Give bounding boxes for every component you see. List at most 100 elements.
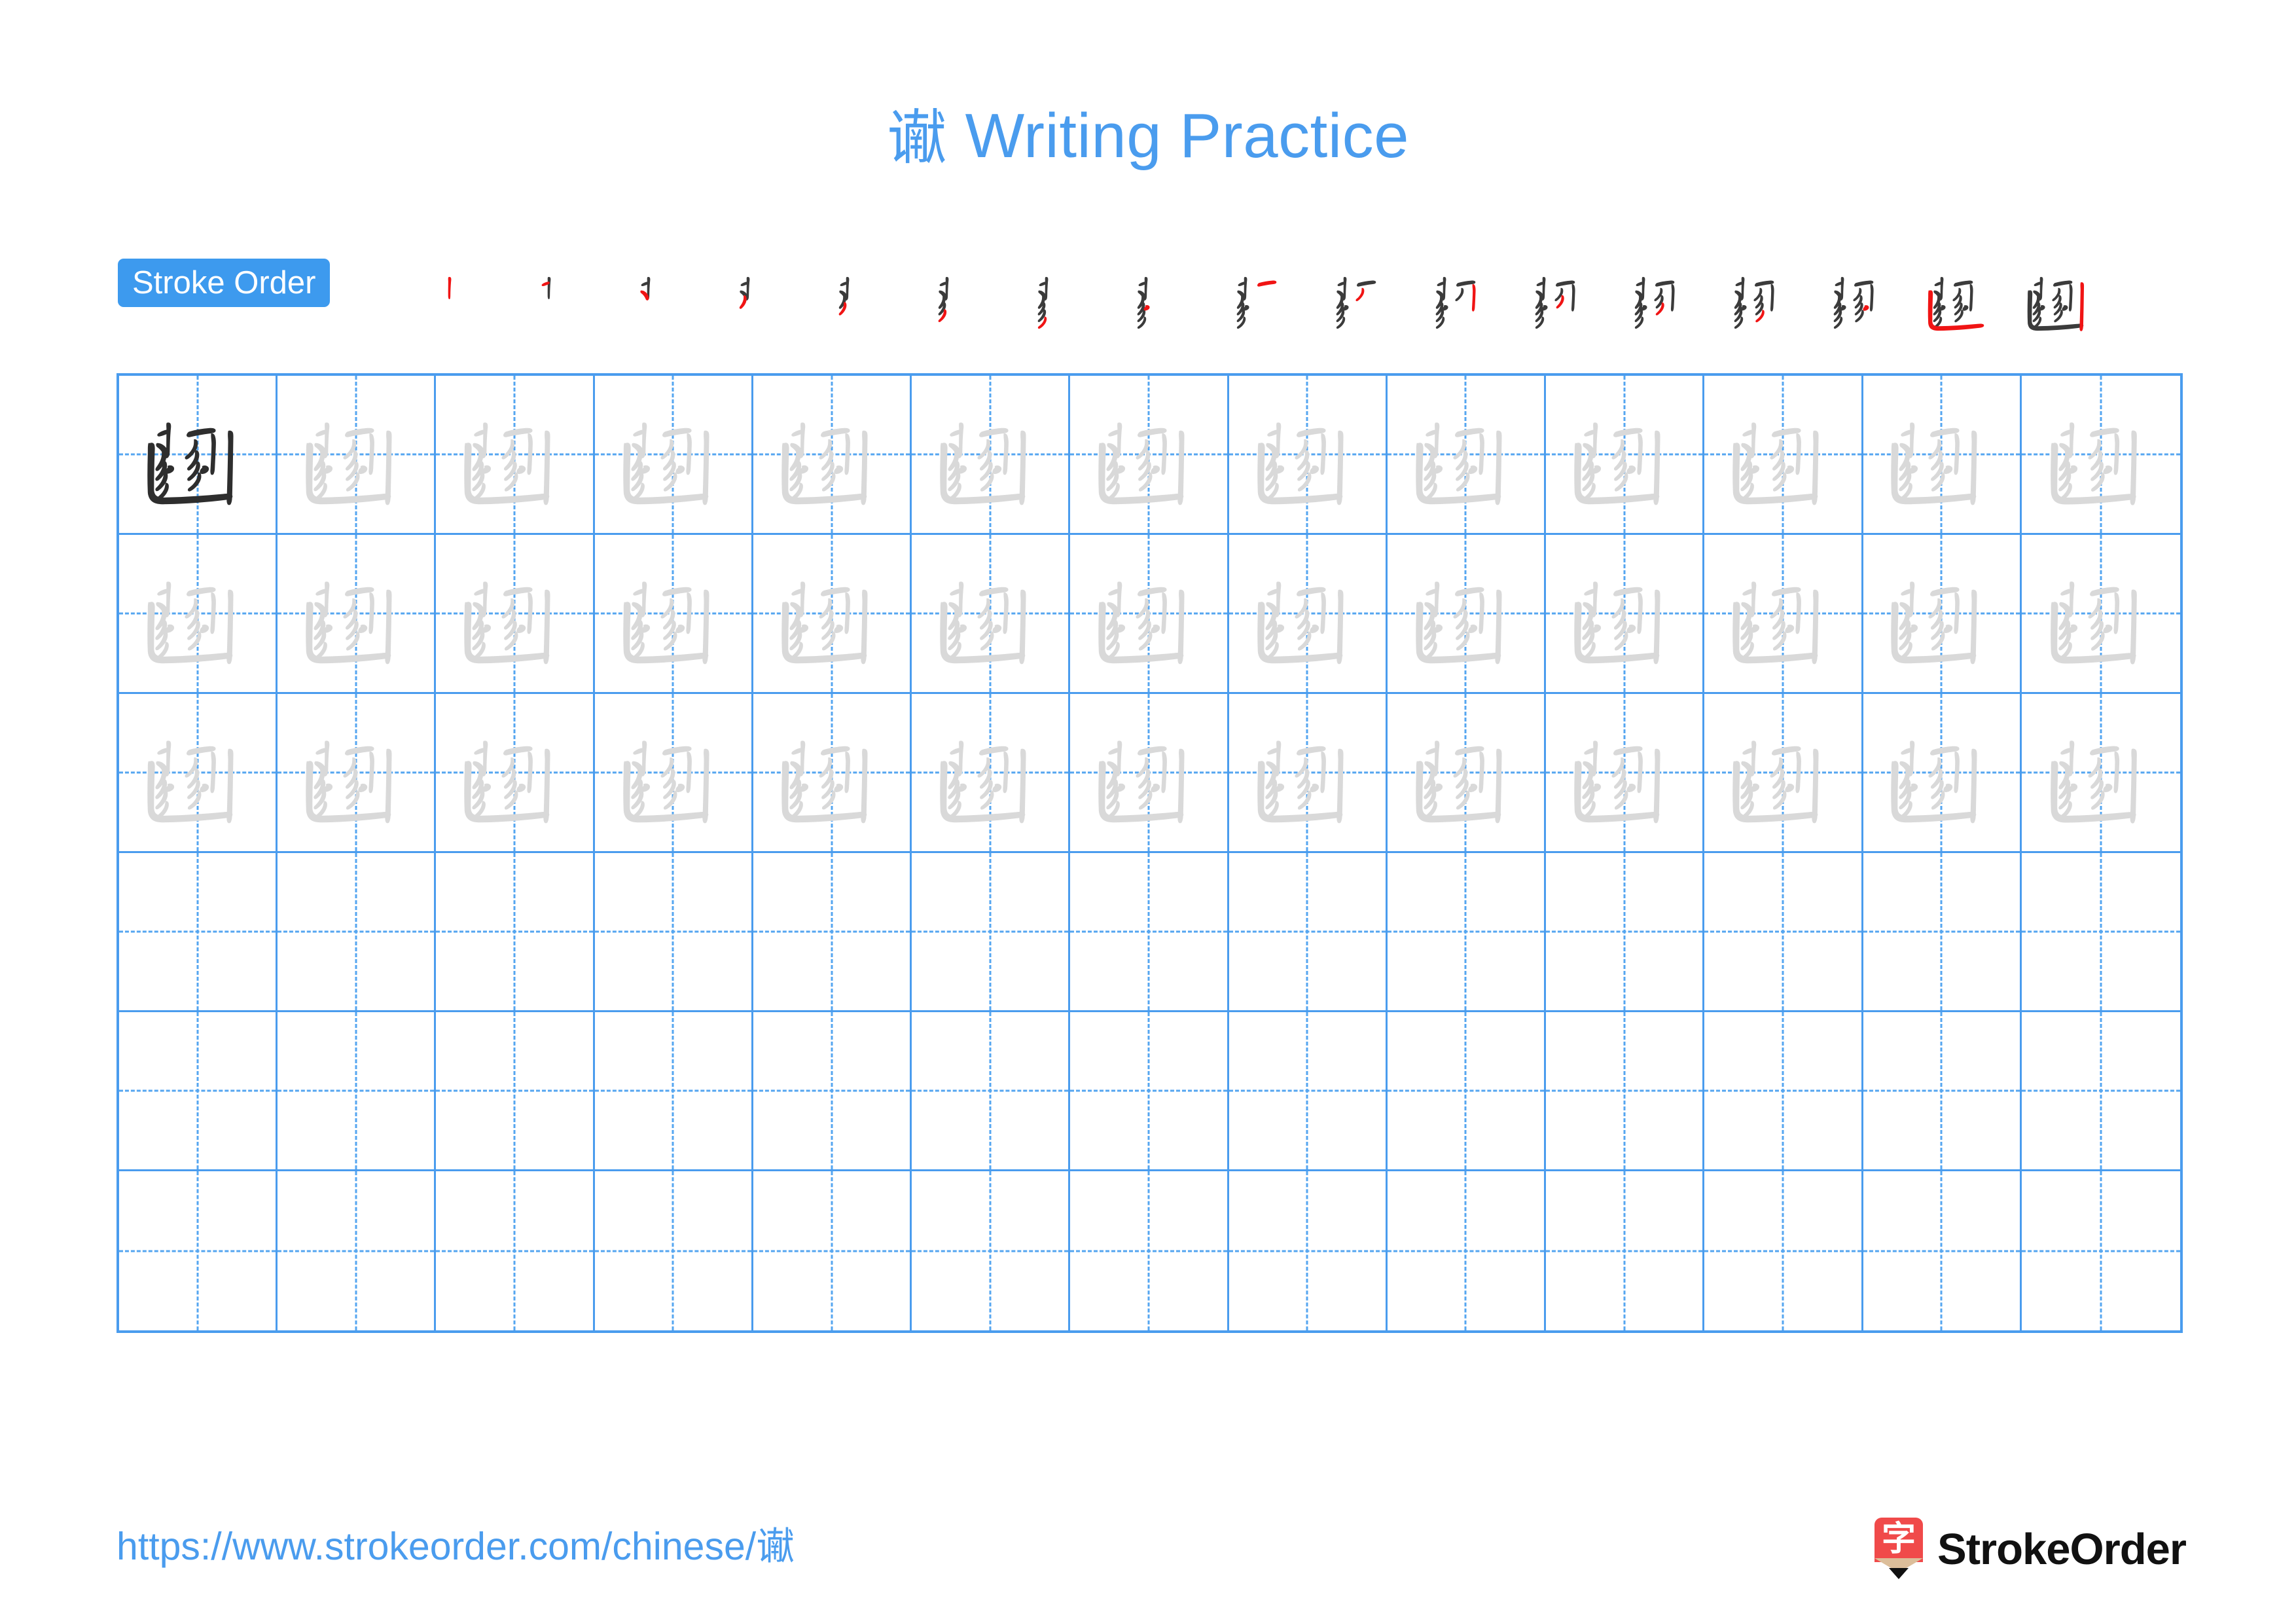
- page-title: 谳 Writing Practice: [0, 97, 2296, 175]
- practice-cell-r1-c2[interactable]: [278, 376, 437, 535]
- practice-cell-r1-c5[interactable]: [753, 376, 912, 535]
- practice-cell-r1-c6[interactable]: [912, 376, 1071, 535]
- practice-cell-r6-c3[interactable]: [436, 1171, 595, 1330]
- stroke-step-14: [1712, 253, 1812, 338]
- practice-cell-r5-c13[interactable]: [2021, 1012, 2180, 1171]
- practice-cell-r2-c10[interactable]: [1546, 535, 1705, 694]
- practice-cell-r4-c7[interactable]: [1070, 853, 1229, 1012]
- practice-cell-r6-c12[interactable]: [1863, 1171, 2022, 1330]
- practice-cell-r6-c6[interactable]: [912, 1171, 1071, 1330]
- practice-cell-r1-c8[interactable]: [1229, 376, 1388, 535]
- practice-cell-r2-c4[interactable]: [594, 535, 753, 694]
- brand-name: StrokeOrder: [1937, 1524, 2187, 1574]
- practice-cell-r3-c6[interactable]: [912, 694, 1071, 853]
- practice-cell-r5-c3[interactable]: [436, 1012, 595, 1171]
- character-tracing-guide: [436, 376, 592, 533]
- practice-cell-r5-c6[interactable]: [912, 1012, 1071, 1171]
- practice-cell-r4-c10[interactable]: [1546, 853, 1705, 1012]
- practice-cell-r6-c5[interactable]: [753, 1171, 912, 1330]
- practice-cell-r3-c7[interactable]: [1070, 694, 1229, 853]
- character-tracing-guide: [1070, 694, 1227, 851]
- character-tracing-guide: [1229, 376, 1386, 533]
- practice-cell-r5-c10[interactable]: [1546, 1012, 1705, 1171]
- practice-cell-r1-c7[interactable]: [1070, 376, 1229, 535]
- practice-cell-r2-c3[interactable]: [436, 535, 595, 694]
- stroke-step-2: [518, 253, 618, 338]
- practice-cell-r2-c12[interactable]: [1863, 535, 2022, 694]
- practice-cell-r3-c11[interactable]: [1704, 694, 1863, 853]
- practice-cell-r4-c8[interactable]: [1229, 853, 1388, 1012]
- practice-cell-r6-c2[interactable]: [278, 1171, 437, 1330]
- practice-cell-r6-c7[interactable]: [1070, 1171, 1229, 1330]
- practice-cell-r5-c11[interactable]: [1704, 1012, 1863, 1171]
- practice-cell-r2-c1[interactable]: [119, 535, 278, 694]
- stroke-order-badge: Stroke Order: [118, 259, 331, 307]
- stroke-step-1: [419, 253, 518, 338]
- character-tracing-guide: [1704, 694, 1861, 851]
- practice-cell-r1-c10[interactable]: [1546, 376, 1705, 535]
- pencil-icon: 字: [1874, 1518, 1924, 1580]
- practice-cell-r2-c2[interactable]: [278, 535, 437, 694]
- character-tracing-guide: [1388, 694, 1544, 851]
- stroke-step-6: [916, 253, 1016, 338]
- practice-cell-r4-c2[interactable]: [278, 853, 437, 1012]
- practice-cell-r6-c11[interactable]: [1704, 1171, 1863, 1330]
- practice-cell-r4-c6[interactable]: [912, 853, 1071, 1012]
- footer-url[interactable]: https://www.strokeorder.com/chinese/谳: [117, 1525, 795, 1568]
- practice-cell-r3-c5[interactable]: [753, 694, 912, 853]
- character-tracing-guide: [753, 694, 910, 851]
- practice-cell-r5-c2[interactable]: [278, 1012, 437, 1171]
- footer-url-character: 谳: [756, 1523, 795, 1569]
- practice-cell-r3-c13[interactable]: [2021, 694, 2180, 853]
- practice-cell-r1-c11[interactable]: [1704, 376, 1863, 535]
- practice-cell-r1-c3[interactable]: [436, 376, 595, 535]
- practice-cell-r2-c6[interactable]: [912, 535, 1071, 694]
- practice-cell-r6-c8[interactable]: [1229, 1171, 1388, 1330]
- practice-cell-r3-c2[interactable]: [278, 694, 437, 853]
- page-title-character: 谳: [886, 103, 948, 173]
- practice-cell-r2-c11[interactable]: [1704, 535, 1863, 694]
- practice-cell-r3-c9[interactable]: [1387, 694, 1547, 853]
- practice-cell-r4-c3[interactable]: [436, 853, 595, 1012]
- practice-cell-r3-c8[interactable]: [1229, 694, 1388, 853]
- practice-cell-r5-c7[interactable]: [1070, 1012, 1229, 1171]
- practice-cell-r4-c12[interactable]: [1863, 853, 2022, 1012]
- practice-cell-r5-c4[interactable]: [594, 1012, 753, 1171]
- practice-cell-r5-c12[interactable]: [1863, 1012, 2022, 1171]
- practice-cell-r2-c7[interactable]: [1070, 535, 1229, 694]
- practice-cell-r6-c4[interactable]: [595, 1171, 753, 1330]
- practice-cell-r3-c12[interactable]: [1863, 694, 2022, 853]
- practice-cell-r1-c12[interactable]: [1863, 376, 2022, 535]
- practice-cell-r6-c9[interactable]: [1388, 1171, 1547, 1330]
- practice-cell-r3-c1[interactable]: [119, 694, 278, 853]
- practice-cell-r5-c5[interactable]: [753, 1012, 912, 1171]
- practice-cell-r2-c8[interactable]: [1229, 535, 1388, 694]
- practice-cell-r5-c9[interactable]: [1387, 1012, 1547, 1171]
- character-tracing-guide: [1704, 535, 1861, 692]
- character-tracing-guide: [1546, 694, 1702, 851]
- practice-cell-r1-c4[interactable]: [594, 376, 753, 535]
- practice-cell-r6-c10[interactable]: [1546, 1171, 1705, 1330]
- practice-cell-r4-c11[interactable]: [1704, 853, 1863, 1012]
- practice-cell-r1-c13[interactable]: [2021, 376, 2180, 535]
- practice-cell-r3-c4[interactable]: [594, 694, 753, 853]
- stroke-step-5: [817, 253, 916, 338]
- practice-cell-r2-c13[interactable]: [2021, 535, 2180, 694]
- practice-cell-r4-c1[interactable]: [119, 853, 278, 1012]
- practice-cell-r4-c5[interactable]: [753, 853, 912, 1012]
- practice-cell-r3-c10[interactable]: [1546, 694, 1705, 853]
- practice-cell-r4-c9[interactable]: [1387, 853, 1547, 1012]
- practice-cell-r2-c5[interactable]: [753, 535, 912, 694]
- practice-cell-r5-c8[interactable]: [1229, 1012, 1388, 1171]
- practice-cell-r4-c4[interactable]: [594, 853, 753, 1012]
- practice-cell-r1-c9[interactable]: [1387, 376, 1547, 535]
- footer-url-prefix: https://www.strokeorder.com/chinese/: [117, 1525, 757, 1568]
- practice-cell-r3-c3[interactable]: [436, 694, 595, 853]
- practice-cell-r4-c13[interactable]: [2021, 853, 2180, 1012]
- practice-cell-r5-c1[interactable]: [119, 1012, 278, 1171]
- practice-cell-r6-c13[interactable]: [2022, 1171, 2180, 1330]
- practice-cell-r6-c1[interactable]: [119, 1171, 278, 1330]
- practice-cell-r2-c9[interactable]: [1387, 535, 1547, 694]
- practice-cell-r1-c1[interactable]: [119, 376, 278, 535]
- character-tracing-guide: [1863, 694, 2020, 851]
